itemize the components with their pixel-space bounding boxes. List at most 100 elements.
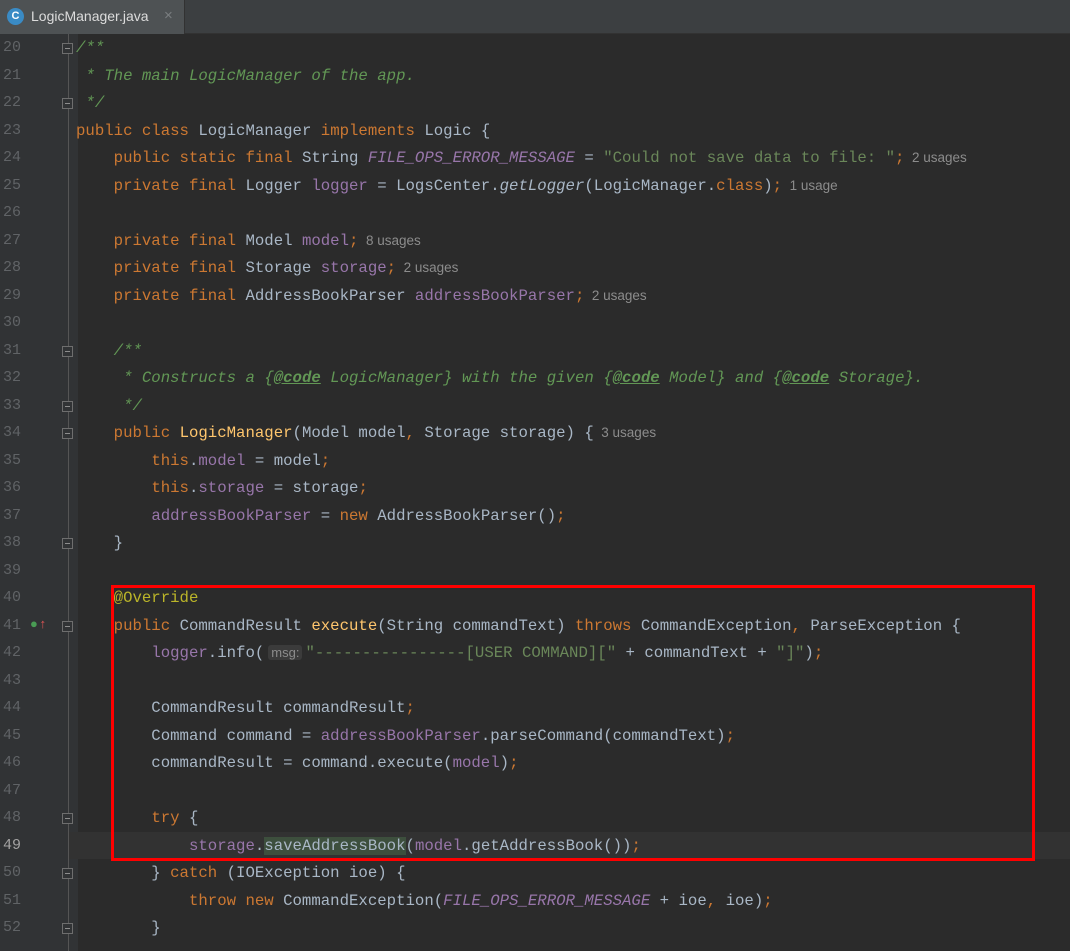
line-number[interactable]: 22 bbox=[3, 93, 25, 113]
code-text[interactable]: throw new CommandException(FILE_OPS_ERRO… bbox=[76, 891, 773, 911]
comment-token: */ bbox=[76, 396, 142, 415]
fold-end-icon[interactable] bbox=[62, 400, 73, 412]
line-number[interactable]: 27 bbox=[3, 231, 25, 251]
line-number[interactable]: 30 bbox=[3, 313, 25, 333]
code-line[interactable]: 30 bbox=[0, 309, 1070, 337]
code-line[interactable]: 51 throw new CommandException(FILE_OPS_E… bbox=[0, 887, 1070, 915]
code-text[interactable]: /** bbox=[76, 38, 104, 58]
line-number[interactable]: 31 bbox=[3, 341, 25, 361]
line-number[interactable]: 40 bbox=[3, 588, 25, 608]
line-number[interactable]: 28 bbox=[3, 258, 25, 278]
code-token: . bbox=[188, 451, 199, 470]
code-text[interactable]: public static final String FILE_OPS_ERRO… bbox=[76, 148, 967, 168]
line-number[interactable]: 50 bbox=[3, 863, 25, 883]
code-text[interactable]: private final AddressBookParser addressB… bbox=[76, 286, 647, 306]
code-line[interactable]: 32 * Constructs a {@code LogicManager} w… bbox=[0, 364, 1070, 392]
field-token: addressBookParser bbox=[414, 286, 575, 305]
fold-end-icon[interactable] bbox=[62, 868, 73, 879]
code-text[interactable]: public LogicManager(Model model, Storage… bbox=[76, 423, 656, 443]
javadoc-tag-token: @code bbox=[273, 369, 321, 387]
code-line[interactable]: 33 */ bbox=[0, 392, 1070, 420]
line-number[interactable]: 26 bbox=[3, 203, 25, 223]
line-number[interactable]: 38 bbox=[3, 533, 25, 553]
code-line[interactable]: 52 } bbox=[0, 914, 1070, 942]
line-number[interactable]: 20 bbox=[3, 38, 25, 58]
code-text[interactable]: */ bbox=[76, 396, 142, 416]
usage-hint: 3 usages bbox=[593, 425, 657, 440]
line-number[interactable]: 23 bbox=[3, 121, 25, 141]
line-number[interactable]: 42 bbox=[3, 643, 25, 663]
tab-title: LogicManager.java bbox=[31, 8, 149, 24]
code-line[interactable]: 34 public LogicManager(Model model, Stor… bbox=[0, 419, 1070, 447]
line-number[interactable]: 21 bbox=[3, 66, 25, 86]
code-token: } bbox=[76, 919, 161, 937]
code-text[interactable]: private final Storage storage; 2 usages bbox=[76, 258, 459, 278]
code-line[interactable]: 28 private final Storage storage; 2 usag… bbox=[0, 254, 1070, 282]
code-text[interactable]: } catch (IOException ioe) { bbox=[76, 863, 405, 883]
tab-logicmanager-java[interactable]: C LogicManager.java × bbox=[0, 0, 185, 34]
line-number[interactable]: 36 bbox=[3, 478, 25, 498]
code-text[interactable]: /** bbox=[76, 341, 142, 361]
code-text[interactable]: } bbox=[76, 533, 123, 553]
code-text[interactable]: public class LogicManager implements Log… bbox=[76, 121, 490, 141]
code-text[interactable]: this.storage = storage; bbox=[76, 478, 368, 498]
code-line[interactable]: 35 this.model = model; bbox=[0, 447, 1070, 475]
line-number[interactable]: 52 bbox=[3, 918, 25, 938]
line-number[interactable]: 45 bbox=[3, 726, 25, 746]
code-line[interactable]: 27 private final Model model; 8 usages bbox=[0, 227, 1070, 255]
code-line[interactable]: 26 bbox=[0, 199, 1070, 227]
line-number[interactable]: 49 bbox=[3, 836, 25, 856]
code-line[interactable]: 22 */ bbox=[0, 89, 1070, 117]
line-number[interactable]: 41 bbox=[3, 616, 25, 636]
override-icon[interactable]: ● bbox=[30, 617, 38, 633]
field-token: model bbox=[301, 231, 350, 250]
line-number[interactable]: 29 bbox=[3, 286, 25, 306]
code-line[interactable]: 21 * The main LogicManager of the app. bbox=[0, 62, 1070, 90]
line-number[interactable]: 37 bbox=[3, 506, 25, 526]
code-token: Logger bbox=[245, 176, 312, 195]
code-line[interactable]: 24 public static final String FILE_OPS_E… bbox=[0, 144, 1070, 172]
implements-icon[interactable]: ↑ bbox=[39, 617, 47, 633]
code-text[interactable]: this.model = model; bbox=[76, 451, 330, 471]
fold-end-icon[interactable] bbox=[62, 538, 73, 549]
fold-toggle-icon[interactable] bbox=[62, 345, 73, 357]
code-text[interactable]: } bbox=[76, 918, 161, 938]
code-line[interactable]: 20 /** bbox=[0, 34, 1070, 62]
close-icon[interactable]: × bbox=[164, 7, 173, 24]
code-line[interactable]: 25 private final Logger logger = LogsCen… bbox=[0, 172, 1070, 200]
fold-toggle-icon[interactable] bbox=[62, 813, 73, 824]
line-number[interactable]: 35 bbox=[3, 451, 25, 471]
fold-toggle-icon[interactable] bbox=[62, 43, 73, 54]
code-line[interactable]: 39 bbox=[0, 557, 1070, 585]
code-line[interactable]: 36 this.storage = storage; bbox=[0, 474, 1070, 502]
line-number[interactable]: 48 bbox=[3, 808, 25, 828]
code-line[interactable]: 31 /** bbox=[0, 337, 1070, 365]
line-number[interactable]: 32 bbox=[3, 368, 25, 388]
fold-end-icon[interactable] bbox=[62, 923, 73, 934]
line-number[interactable]: 51 bbox=[3, 891, 25, 911]
code-editor[interactable]: 20 /** 21 * The main LogicManager of the a… bbox=[0, 34, 1070, 951]
line-number[interactable]: 46 bbox=[3, 753, 25, 773]
code-line[interactable]: 38 } bbox=[0, 529, 1070, 557]
line-number[interactable]: 34 bbox=[3, 423, 25, 443]
code-text[interactable]: addressBookParser = new AddressBookParse… bbox=[76, 506, 565, 526]
code-text[interactable]: * Constructs a {@code LogicManager} with… bbox=[76, 368, 923, 388]
code-line[interactable]: 29 private final AddressBookParser addre… bbox=[0, 282, 1070, 310]
code-line[interactable]: 23 public class LogicManager implements L… bbox=[0, 117, 1070, 145]
fold-end-icon[interactable] bbox=[62, 98, 73, 109]
line-number[interactable]: 25 bbox=[3, 176, 25, 196]
code-line[interactable]: 37 addressBookParser = new AddressBookPa… bbox=[0, 502, 1070, 530]
code-text[interactable]: private final Logger logger = LogsCenter… bbox=[76, 176, 838, 196]
fold-toggle-icon[interactable] bbox=[62, 620, 73, 632]
line-number[interactable]: 33 bbox=[3, 396, 25, 416]
code-text[interactable]: private final Model model; 8 usages bbox=[76, 231, 421, 251]
line-number[interactable]: 47 bbox=[3, 781, 25, 801]
code-line[interactable]: 50 } catch (IOException ioe) { bbox=[0, 859, 1070, 887]
line-number[interactable]: 44 bbox=[3, 698, 25, 718]
fold-toggle-icon[interactable] bbox=[62, 428, 73, 439]
code-text[interactable]: * The main LogicManager of the app. bbox=[76, 66, 415, 86]
code-text[interactable]: */ bbox=[76, 93, 104, 113]
line-number[interactable]: 24 bbox=[3, 148, 25, 168]
line-number[interactable]: 43 bbox=[3, 671, 25, 691]
line-number[interactable]: 39 bbox=[3, 561, 25, 581]
